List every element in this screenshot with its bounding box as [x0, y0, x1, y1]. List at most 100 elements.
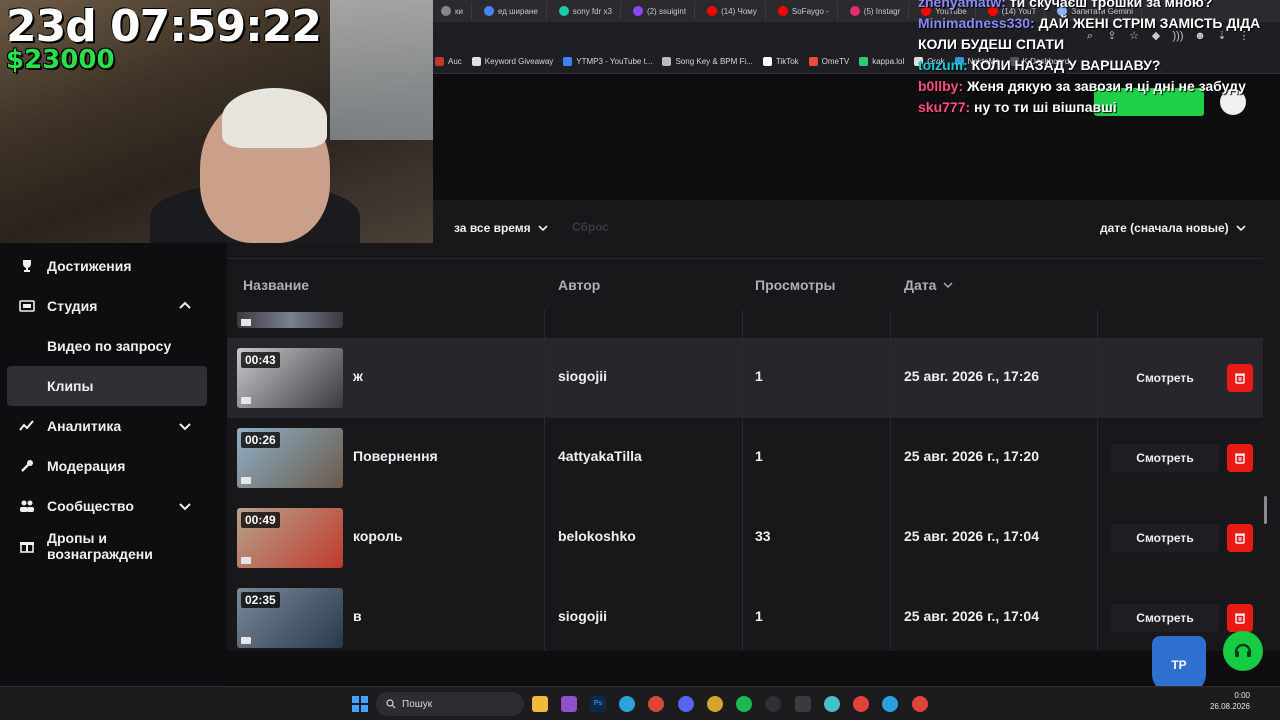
table-header: Название Автор Просмотры Дата [227, 258, 1263, 310]
bookmark-item[interactable]: OmeTV [808, 57, 849, 66]
app-icon[interactable] [707, 696, 723, 712]
browser-tab[interactable]: ки [433, 2, 472, 20]
header-author[interactable]: Автор [558, 277, 600, 293]
delete-button[interactable] [1227, 604, 1253, 632]
bookmark-item[interactable]: Keyword Giveaway [471, 57, 554, 66]
bookmark-item[interactable]: Auc [435, 57, 462, 66]
clip-title[interactable]: король [353, 528, 403, 544]
cat-badge-text: ТР [1171, 658, 1187, 672]
table-row[interactable]: 00:43 ж siogojii 1 25 авг. 2026 г., 17:2… [227, 338, 1263, 418]
sidebar-item[interactable]: Клипы [7, 366, 207, 406]
header-name[interactable]: Название [243, 277, 309, 293]
chat-overlay: zhenyamatw: ти скучаєш трошки за мною? Mi… [918, 0, 1278, 118]
bookmark-label: kappa.lol [872, 57, 905, 66]
app-icon[interactable] [561, 696, 577, 712]
browser-tab[interactable]: ед ширане [476, 2, 547, 20]
sort-dropdown[interactable]: дате (сначала новые) [1090, 214, 1257, 242]
app-icon[interactable] [824, 696, 840, 712]
watch-button[interactable]: Смотреть [1111, 524, 1219, 552]
reset-button[interactable]: Сброс [572, 220, 609, 234]
taskbar-search[interactable]: Пошук [376, 692, 524, 716]
discord-icon[interactable] [678, 696, 694, 712]
scrollbar-thumb[interactable] [1264, 496, 1267, 524]
chat-username: sku777: [918, 99, 971, 115]
clip-title[interactable]: ж [353, 368, 363, 384]
chat-text: ну то ти ші вішпавші [974, 99, 1117, 115]
headset-icon [1234, 643, 1252, 657]
clip-duration: 00:26 [241, 432, 280, 448]
clip-title[interactable]: Повернення [353, 448, 438, 464]
sidebar-item[interactable]: Студия [7, 286, 207, 326]
taskbar-clock[interactable]: 0:00 26.08.2026 [1210, 690, 1250, 712]
clip-title[interactable]: в [353, 608, 362, 624]
clip-duration: 00:43 [241, 352, 280, 368]
donation-total: $23000 [6, 45, 115, 75]
tab-favicon-icon [707, 6, 718, 16]
watch-button[interactable]: Смотреть [1111, 364, 1219, 392]
telegram-icon[interactable] [882, 696, 898, 712]
chat-message: Minimadness330: ДАЙ ЖЕНІ СТРІМ ЗАМІСТЬ Д… [918, 13, 1263, 55]
header-date[interactable]: Дата [904, 277, 954, 293]
app-icon[interactable] [795, 696, 811, 712]
support-button[interactable] [1223, 631, 1263, 671]
browser-tab[interactable]: SoFaygo - [770, 2, 838, 20]
app-icon[interactable] [765, 696, 781, 712]
browser-tab[interactable]: (14) Чому [699, 2, 766, 20]
header-views[interactable]: Просмотры [755, 277, 836, 293]
sidebar-item[interactable]: Аналитика [7, 406, 207, 446]
delete-button[interactable] [1227, 444, 1253, 472]
watch-button[interactable]: Смотреть [1111, 604, 1219, 632]
table-row[interactable]: 02:35 в siogojii 1 25 авг. 2026 г., 17:0… [227, 578, 1263, 658]
clip-date: 25 авг. 2026 г., 17:04 [904, 528, 1040, 544]
clip-thumbnail[interactable]: 02:35 [237, 588, 343, 648]
file-explorer-icon[interactable] [532, 696, 548, 712]
clip-author[interactable]: siogojii [558, 368, 607, 384]
bookmark-item[interactable]: kappa.lol [859, 57, 904, 66]
watch-button-label: Смотреть [1136, 451, 1194, 465]
clip-thumbnail[interactable]: 00:26 [237, 428, 343, 488]
sidebar-item[interactable]: Видео по запросу [7, 326, 207, 366]
chat-message: zhenyamatw: ти скучаєш трошки за мною? [918, 0, 1278, 13]
tab-label: (14) Чому [721, 6, 757, 16]
trash-icon [1235, 453, 1245, 464]
chevron-down-icon [538, 225, 548, 232]
bookmark-item[interactable]: YTMP3 - YouTube t... [563, 57, 652, 66]
photoshop-icon[interactable]: Ps [590, 696, 606, 712]
bookmark-label: Keyword Giveaway [484, 57, 554, 66]
chevron-up-icon [179, 301, 191, 309]
browser-tab[interactable]: sony fdr x3 [551, 2, 621, 20]
browser-tab[interactable]: (5) Instagr [842, 2, 910, 20]
clip-views: 1 [755, 448, 763, 464]
bookmark-item[interactable]: Song Key & BPM Fi... [662, 57, 753, 66]
delete-button[interactable] [1227, 364, 1253, 392]
clip-author[interactable]: siogojii [558, 608, 607, 624]
sidebar-item[interactable]: Модерация [7, 446, 207, 486]
tab-label: ед ширане [497, 6, 538, 16]
tab-favicon-icon [632, 6, 643, 16]
table-row[interactable]: 00:26 Повернення 4attyakaTilla 1 25 авг.… [227, 418, 1263, 498]
windows-taskbar: Пошук Ps 0:00 26.08.2026 [0, 686, 1280, 720]
partial-row-thumbnail[interactable] [237, 312, 343, 328]
browser-tab[interactable]: (2) ssuigint [625, 2, 696, 20]
windows-start-icon[interactable] [352, 696, 368, 712]
sidebar-item[interactable]: Достижения [7, 246, 207, 286]
sidebar-item[interactable]: Сообщество [7, 486, 207, 526]
tab-favicon-icon [441, 6, 451, 16]
period-dropdown[interactable]: за все время [444, 214, 559, 242]
chrome-icon[interactable] [853, 696, 869, 712]
clip-thumbnail[interactable]: 00:43 [237, 348, 343, 408]
chrome-icon[interactable] [912, 696, 928, 712]
bookmark-item[interactable]: TikTok [762, 57, 799, 66]
clip-date: 25 авг. 2026 г., 17:04 [904, 608, 1040, 624]
table-row[interactable]: 00:49 король belokoshko 33 25 авг. 2026 … [227, 498, 1263, 578]
watch-button[interactable]: Смотреть [1111, 444, 1219, 472]
telegram-icon[interactable] [619, 696, 635, 712]
delete-button[interactable] [1227, 524, 1253, 552]
sidebar-item[interactable]: Дропы и вознаграждени [7, 526, 207, 566]
clip-thumbnail[interactable]: 00:49 [237, 508, 343, 568]
column-divider [890, 310, 891, 650]
spotify-icon[interactable] [736, 696, 752, 712]
clip-author[interactable]: belokoshko [558, 528, 636, 544]
chrome-icon[interactable] [648, 696, 664, 712]
clip-author[interactable]: 4attyakaTilla [558, 448, 642, 464]
